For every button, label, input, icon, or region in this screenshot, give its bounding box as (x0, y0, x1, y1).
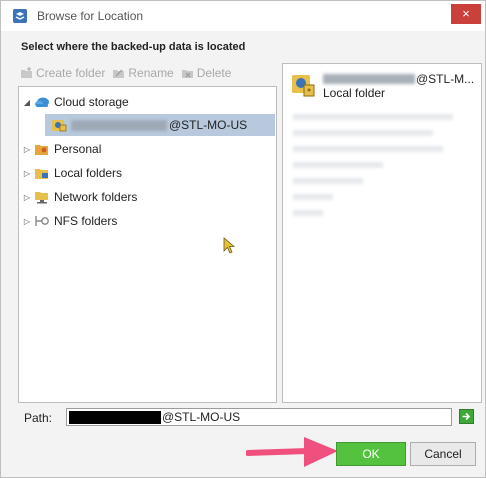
tree-item-local-folders[interactable]: ▷ Local folders (19, 162, 276, 184)
create-folder-button[interactable]: Create folder (21, 66, 105, 80)
delete-label: Delete (196, 66, 232, 80)
delete-icon (181, 70, 193, 78)
tree-item-personal[interactable]: ▷ Personal (19, 138, 276, 160)
tree-item-label: Personal (54, 142, 102, 156)
new-folder-icon (21, 67, 32, 78)
faded-detail-line (293, 210, 323, 216)
tree-item-cloud-storage[interactable]: ◢ Cloud storage (19, 91, 276, 113)
location-tree[interactable]: ◢ Cloud storage @STL-MO-US ▷ Personal ▷ … (18, 86, 277, 403)
cloud-icon (35, 97, 49, 108)
tree-item-nfs-folders[interactable]: ▷ NFS folders (19, 210, 276, 232)
expand-arrow-icon[interactable]: ▷ (22, 217, 32, 226)
annotation-arrow (246, 437, 338, 467)
ok-button[interactable]: OK (336, 442, 406, 466)
tree-item-label: Cloud storage (54, 95, 129, 109)
rename-button[interactable]: Rename (113, 66, 174, 80)
go-arrow-icon[interactable] (459, 409, 474, 424)
personal-folder-icon (35, 145, 48, 155)
window-title: Browse for Location (37, 9, 144, 23)
create-folder-label: Create folder (36, 66, 106, 80)
collapse-arrow-icon[interactable]: ◢ (22, 98, 32, 107)
toolbar: Create folder Rename Delete (21, 65, 231, 81)
local-folder-lock-icon (52, 120, 67, 132)
path-value-suffix: @STL-MO-US (162, 410, 241, 424)
faded-detail-line (293, 114, 453, 120)
cancel-button[interactable]: Cancel (410, 442, 476, 466)
tree-item-selected-location[interactable]: @STL-MO-US (45, 114, 275, 136)
location-type: Local folder (323, 86, 386, 100)
faded-detail-line (293, 130, 433, 136)
expand-arrow-icon[interactable]: ▷ (22, 193, 32, 202)
faded-detail-line (293, 178, 363, 184)
nfs-share-icon (35, 216, 49, 226)
faded-detail-line (293, 162, 383, 168)
faded-detail-line (293, 194, 333, 200)
tree-item-label: @STL-MO-US (169, 118, 248, 132)
redacted-block (69, 410, 161, 424)
expand-arrow-icon[interactable]: ▷ (22, 169, 32, 178)
faded-detail-line (293, 146, 443, 152)
delete-button[interactable]: Delete (181, 66, 232, 80)
tree-item-label: Local folders (54, 166, 123, 180)
network-folder-icon (35, 192, 48, 204)
redacted-text (323, 74, 415, 84)
location-name: @STL-M... (323, 72, 474, 86)
tree-item-label: NFS folders (54, 214, 118, 228)
instruction-text: Select where the backed-up data is locat… (21, 41, 246, 53)
redacted-text (71, 119, 167, 131)
close-button[interactable]: × (451, 4, 481, 24)
local-folders-icon (35, 169, 48, 179)
tree-item-network-folders[interactable]: ▷ Network folders (19, 186, 276, 208)
expand-arrow-icon[interactable]: ▷ (22, 145, 32, 154)
location-details-panel: @STL-M... Local folder (282, 63, 482, 403)
rename-icon (113, 69, 125, 78)
path-label: Path: (24, 411, 53, 425)
path-input[interactable]: @STL-MO-US (66, 408, 452, 426)
tree-item-label: Network folders (54, 190, 138, 204)
path-row: Path: @STL-MO-US (18, 407, 478, 427)
app-logo-icon (13, 9, 27, 23)
browse-for-location-dialog: Browse for Location × Select where the b… (0, 0, 486, 478)
location-name-suffix: @STL-M... (416, 72, 475, 86)
local-folder-lock-icon (292, 75, 315, 97)
mouse-pointer-icon (223, 237, 236, 254)
rename-label: Rename (128, 66, 174, 80)
title-bar: Browse for Location × (1, 1, 485, 31)
